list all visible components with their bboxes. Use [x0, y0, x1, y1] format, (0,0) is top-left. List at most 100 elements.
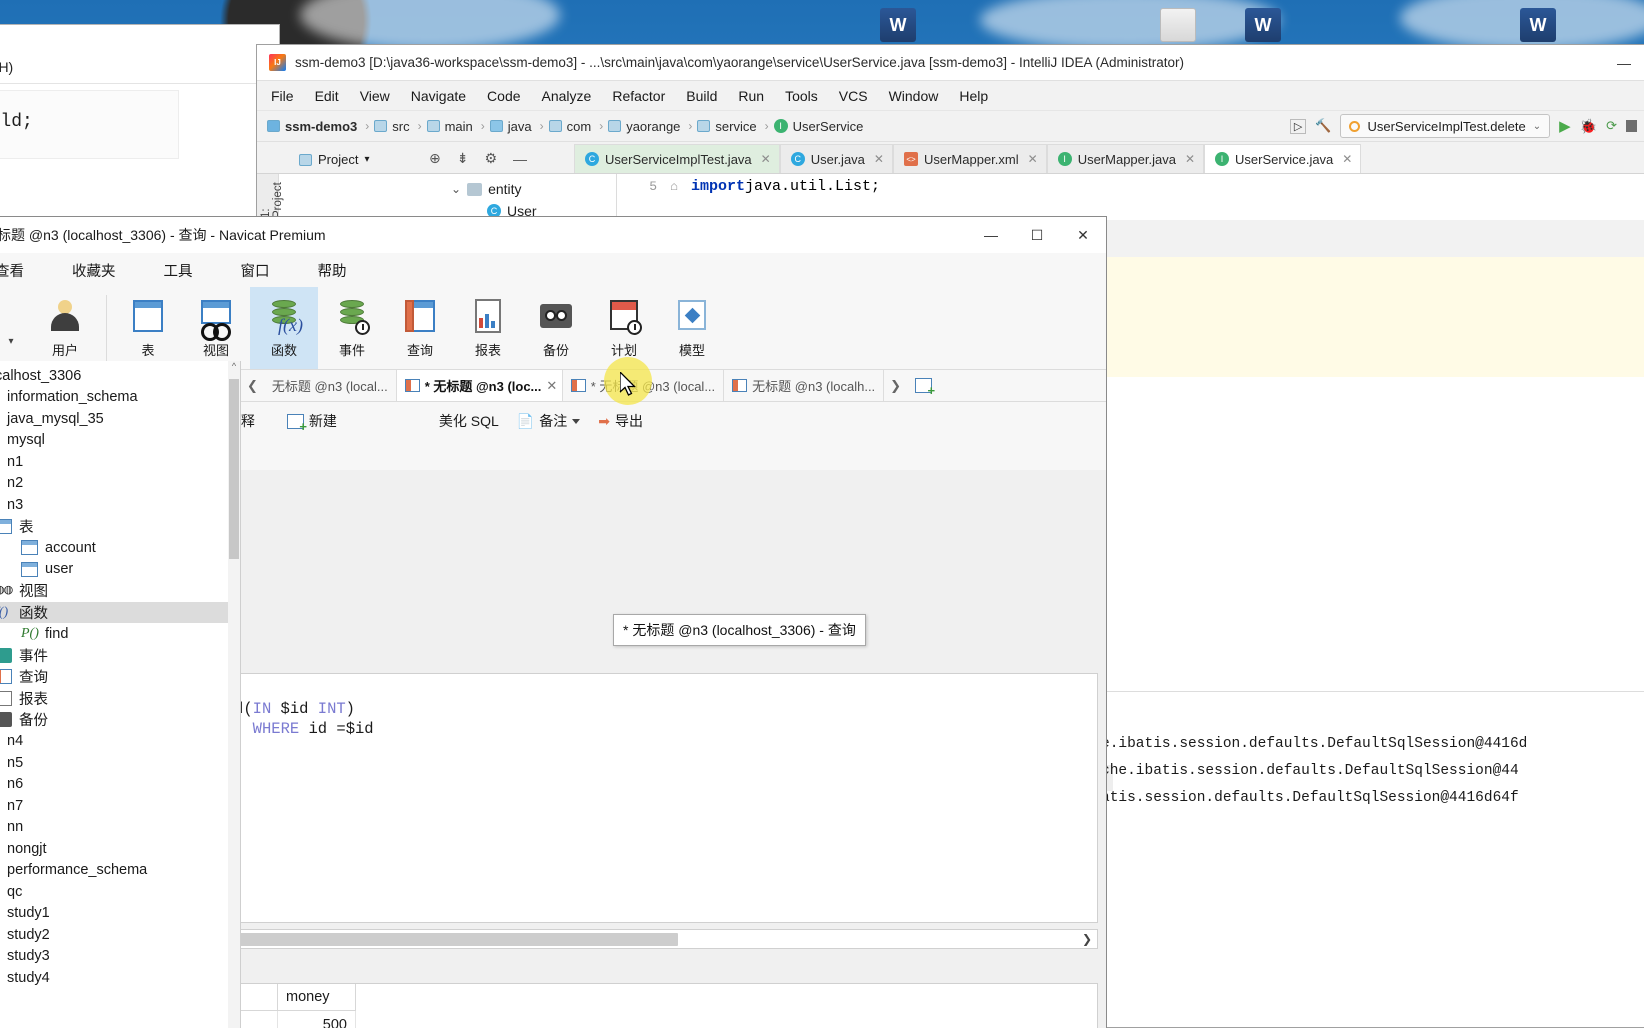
- idea-run-console[interactable]: e.ibatis.session.defaults.DefaultSqlSess…: [1101, 721, 1644, 1027]
- breadcrumb-service[interactable]: service ›: [697, 119, 771, 134]
- breadcrumb-yaorange[interactable]: yaorange ›: [608, 119, 695, 134]
- breadcrumb-java[interactable]: java ›: [489, 119, 547, 134]
- toolbar-query-button[interactable]: 查询: [386, 287, 454, 369]
- toolbar-overflow-caret[interactable]: ▾: [0, 287, 31, 369]
- chevron-down-icon[interactable]: ▾: [364, 154, 369, 165]
- tree-item-events[interactable]: 事件: [0, 645, 240, 667]
- query-tab-4[interactable]: 无标题 @n3 (localh...: [724, 370, 885, 401]
- navicat-maximize-button[interactable]: ☐: [1014, 217, 1060, 253]
- menu-file[interactable]: File: [271, 88, 294, 104]
- editor-tab-usermapper-java[interactable]: I UserMapper.java ✕: [1046, 144, 1205, 173]
- toolbar-user-button[interactable]: 用户: [31, 287, 99, 369]
- query-tab-1[interactable]: 无标题 @n3 (local...: [264, 370, 397, 401]
- menu-view[interactable]: 查看: [0, 260, 24, 281]
- tree-item-study2[interactable]: study2: [0, 924, 240, 946]
- toolbar-model-button[interactable]: 模型: [658, 287, 726, 369]
- locate-file-icon[interactable]: ⊕: [429, 150, 441, 167]
- editor-tab-userservice-java[interactable]: I UserService.java ✕: [1204, 144, 1362, 173]
- breadcrumb-ssm-demo3[interactable]: ssm-demo3 ›: [267, 119, 372, 134]
- breadcrumb-com[interactable]: com ›: [548, 119, 607, 134]
- tree-item-nongjt[interactable]: nongjt: [0, 838, 240, 860]
- scroll-right-icon[interactable]: ❯: [1077, 932, 1097, 946]
- breadcrumb-userservice[interactable]: UserService: [773, 119, 863, 134]
- tree-item-information-schema[interactable]: information_schema: [0, 387, 240, 409]
- tree-item-performance-schema[interactable]: performance_schema: [0, 860, 240, 882]
- menu-view[interactable]: View: [360, 88, 390, 104]
- editor-tab-userserviceimpltest[interactable]: C UserServiceImplTest.java ✕: [574, 144, 780, 173]
- tree-item-n6[interactable]: n6: [0, 774, 240, 796]
- menu-tools[interactable]: Tools: [785, 88, 818, 104]
- taskbar-doc-icon[interactable]: [1160, 8, 1196, 42]
- column-header-money[interactable]: money: [278, 984, 356, 1011]
- query-tab-2[interactable]: * 无标题 @n3 (loc... ✕: [396, 370, 563, 401]
- close-icon[interactable]: ✕: [1342, 152, 1352, 166]
- tree-item-qc[interactable]: qc: [0, 881, 240, 903]
- menu-code[interactable]: Code: [487, 88, 520, 104]
- menu-edit[interactable]: Edit: [315, 88, 339, 104]
- build-hammer-icon[interactable]: 🔨: [1315, 118, 1331, 134]
- tree-item-backups[interactable]: 备份: [0, 709, 240, 731]
- export-button[interactable]: ➡ 导出: [591, 411, 650, 431]
- tree-item-tables[interactable]: 表: [0, 516, 240, 538]
- navicat-premium-window[interactable]: 标题 @n3 (localhost_3306) - 查询 - Navicat P…: [0, 216, 1107, 1028]
- tree-item-study4[interactable]: study4: [0, 967, 240, 989]
- tree-node-entity[interactable]: ⌄ entity: [279, 178, 616, 200]
- beautify-sql-button[interactable]: 美化 SQL: [432, 411, 506, 431]
- taskbar-word-icon[interactable]: [1520, 8, 1556, 42]
- cell-money[interactable]: 500: [278, 1011, 356, 1028]
- tree-item-mysql[interactable]: mysql: [0, 430, 240, 452]
- menu-favorites[interactable]: 收藏夹: [72, 260, 116, 281]
- tree-item-n3[interactable]: n3: [0, 494, 240, 516]
- idea-code-editor[interactable]: 5 ⌂ import java.util.List;: [616, 174, 1644, 220]
- menu-run[interactable]: Run: [738, 88, 764, 104]
- tree-scrollbar[interactable]: ^: [228, 361, 240, 1028]
- tree-item-n1[interactable]: n1: [0, 451, 240, 473]
- project-tool-window-header[interactable]: Project ▾: [257, 152, 429, 173]
- debug-button[interactable]: 🐞: [1580, 118, 1597, 135]
- menu-refactor[interactable]: Refactor: [612, 88, 665, 104]
- run-configuration-selector[interactable]: UserServiceImplTest.delete ⌄: [1340, 114, 1551, 138]
- scrollbar-thumb[interactable]: [229, 379, 239, 559]
- menu-navigate[interactable]: Navigate: [411, 88, 466, 104]
- select-run-target-icon[interactable]: ▷: [1289, 118, 1307, 134]
- tab-scroll-right-icon[interactable]: ❯: [884, 370, 907, 401]
- menu-help[interactable]: 帮助(H): [0, 57, 13, 77]
- toolbar-event-button[interactable]: 事件: [318, 287, 386, 369]
- tree-item-n7[interactable]: n7: [0, 795, 240, 817]
- tree-item-nn[interactable]: nn: [0, 817, 240, 839]
- run-button[interactable]: ▶: [1559, 117, 1571, 135]
- close-icon[interactable]: ✕: [546, 378, 557, 394]
- chevron-down-icon[interactable]: ⌄: [451, 182, 461, 196]
- toolbar-table-button[interactable]: 表: [114, 287, 182, 369]
- close-icon[interactable]: ✕: [1185, 152, 1195, 166]
- toolbar-function-button[interactable]: f(x) 函数: [250, 287, 318, 369]
- tree-item-views[interactable]: ◍◍ 视图: [0, 580, 240, 602]
- editor-tab-user[interactable]: C User.java ✕: [779, 144, 893, 173]
- close-icon[interactable]: ✕: [1028, 152, 1038, 166]
- editor-tab-usermapper-xml[interactable]: <> UserMapper.xml ✕: [892, 144, 1047, 173]
- menu-analyze[interactable]: Analyze: [542, 88, 592, 104]
- collapse-all-icon[interactable]: ⇟: [457, 150, 469, 167]
- menu-vcs[interactable]: VCS: [839, 88, 868, 104]
- tree-item-queries[interactable]: 查询: [0, 666, 240, 688]
- menu-window[interactable]: Window: [889, 88, 939, 104]
- menu-help[interactable]: Help: [959, 88, 988, 104]
- menu-help[interactable]: 帮助: [318, 260, 347, 281]
- navicat-connection-tree[interactable]: calhost_3306 information_schema java_mys…: [0, 361, 241, 1028]
- tree-item-n5[interactable]: n5: [0, 752, 240, 774]
- stop-button[interactable]: [1626, 120, 1637, 132]
- tree-item-n4[interactable]: n4: [0, 731, 240, 753]
- settings-gear-icon[interactable]: ⚙: [484, 150, 497, 167]
- toolbar-report-button[interactable]: 报表: [454, 287, 522, 369]
- menu-tools[interactable]: 工具: [164, 260, 193, 281]
- code-fold-icon[interactable]: ⌂: [657, 179, 691, 194]
- scroll-up-icon[interactable]: ^: [228, 361, 240, 371]
- tab-scroll-left-icon[interactable]: ❮: [241, 370, 264, 401]
- menu-window[interactable]: 窗口: [241, 260, 270, 281]
- idea-minimize-button[interactable]: —: [1601, 45, 1644, 80]
- tree-item-java-mysql-35[interactable]: java_mysql_35: [0, 408, 240, 430]
- project-tool-rail[interactable]: 1: Project: [257, 174, 284, 220]
- tree-item-find[interactable]: P() find: [0, 623, 240, 645]
- new-query-tab-button[interactable]: [907, 370, 940, 401]
- tree-item-study1[interactable]: study1: [0, 903, 240, 925]
